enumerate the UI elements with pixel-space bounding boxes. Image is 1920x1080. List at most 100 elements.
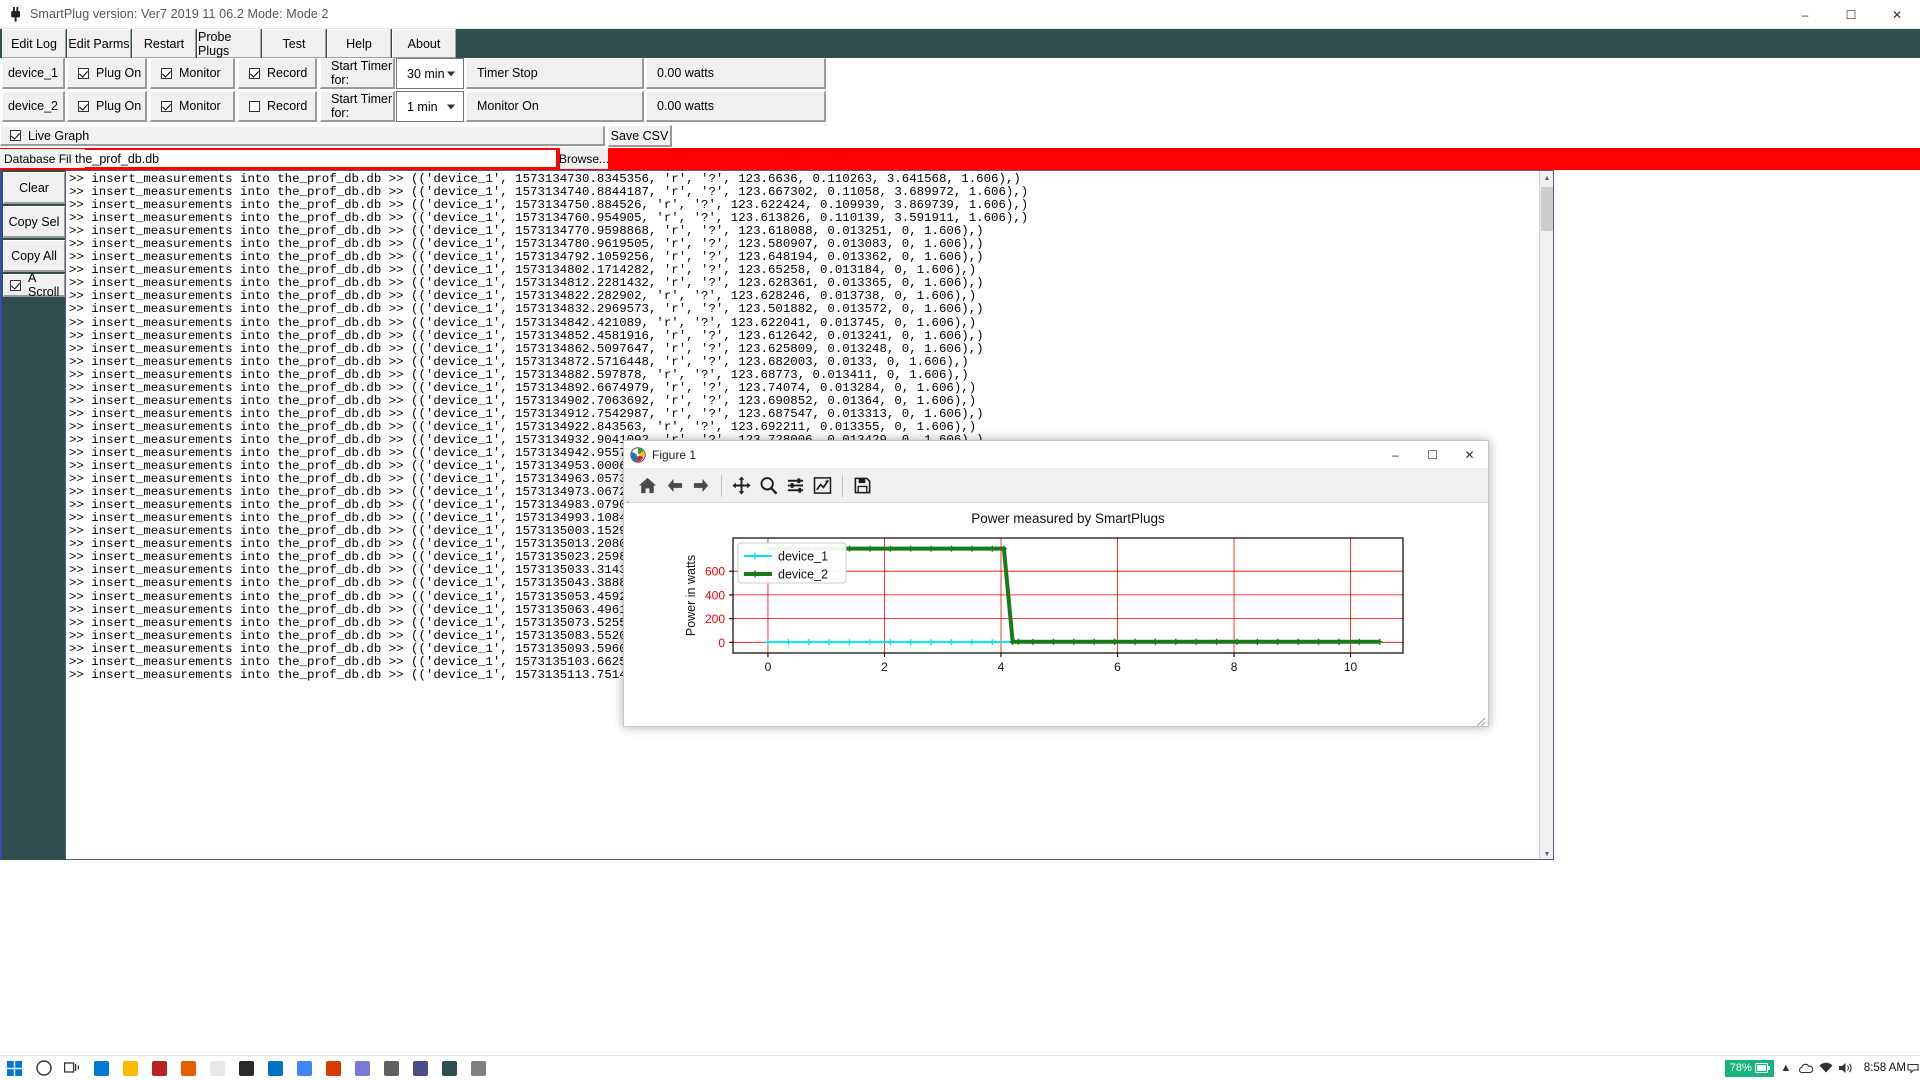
device_2-name-button[interactable]: device_2	[2, 91, 65, 122]
checkbox-icon[interactable]	[161, 67, 172, 79]
scroll-down-arrow-icon[interactable]: ▼	[1540, 847, 1553, 859]
series-marker-device_1	[846, 639, 853, 646]
menu-button-restart[interactable]: Restart	[132, 29, 196, 58]
forward-arrow-icon[interactable]	[688, 472, 715, 499]
menu-button-label: Test	[282, 36, 306, 51]
windows-taskbar: 78% ▲ 8:58 AM	[0, 1055, 1920, 1080]
sidebar-button-copy-all[interactable]: Copy All	[3, 240, 66, 272]
menu-button-label: Probe Plugs	[198, 29, 232, 58]
live-graph-toggle[interactable]: Live Graph	[0, 126, 605, 146]
close-button[interactable]: ✕	[1874, 0, 1920, 29]
series-marker-device_1	[805, 639, 812, 646]
figure-resize-grip[interactable]	[1476, 714, 1486, 727]
notification-center-icon[interactable]	[1906, 1056, 1920, 1080]
log-sidebar: Clear Copy Sel Copy All A Scroll	[0, 170, 66, 860]
device_1-status-button[interactable]: Timer Stop	[466, 58, 644, 89]
log-scrollbar[interactable]: ▲ ▼	[1539, 171, 1553, 859]
app-photoshop-icon[interactable]	[145, 1056, 174, 1080]
series-marker-device_2	[1274, 638, 1281, 645]
save-figure-icon[interactable]	[849, 472, 876, 499]
app-misc-icon[interactable]	[464, 1056, 493, 1080]
database-file-input[interactable]	[72, 150, 556, 167]
menu-button-label: Help	[346, 36, 372, 51]
log-scrollbar-thumb[interactable]	[1541, 187, 1553, 231]
figure-close-button[interactable]: ✕	[1451, 441, 1488, 469]
app-chrome-icon[interactable]	[290, 1056, 319, 1080]
checkbox-icon[interactable]	[161, 100, 172, 112]
app-terminal-icon[interactable]	[232, 1056, 261, 1080]
checkbox-icon[interactable]	[78, 67, 89, 79]
device_2-plug-on-checkbox[interactable]: Plug On	[67, 91, 147, 122]
chevron-down-icon[interactable]	[447, 104, 455, 109]
device_1-watts-display[interactable]: 0.00 watts	[646, 58, 826, 89]
back-arrow-icon[interactable]	[661, 472, 688, 499]
app-word-icon[interactable]	[319, 1056, 348, 1080]
sidebar-button-clear[interactable]: Clear	[3, 172, 66, 204]
minimize-button[interactable]: –	[1782, 0, 1828, 29]
device_2-status-button[interactable]: Monitor On	[466, 91, 644, 122]
chevron-up-icon[interactable]: ▲	[1776, 1056, 1796, 1080]
menu-button-label: Edit Log	[11, 36, 57, 51]
save-csv-button[interactable]: Save CSV	[608, 125, 672, 147]
app-monitor-icon[interactable]	[406, 1056, 435, 1080]
app-notes-icon[interactable]	[348, 1056, 377, 1080]
menu-button-help[interactable]: Help	[327, 29, 391, 58]
search-circle-icon[interactable]	[29, 1056, 58, 1080]
app-outlook-icon[interactable]	[261, 1056, 290, 1080]
network-icon[interactable]	[1816, 1056, 1836, 1080]
configure-subplots-icon[interactable]	[782, 472, 809, 499]
home-icon[interactable]	[634, 472, 661, 499]
onedrive-icon[interactable]	[1796, 1056, 1816, 1080]
checkbox-icon[interactable]	[10, 279, 21, 291]
menu-button-about[interactable]: About	[392, 29, 456, 58]
menu-button-test[interactable]: Test	[262, 29, 326, 58]
start-icon[interactable]	[0, 1056, 29, 1080]
live-graph-label: Live Graph	[28, 128, 90, 143]
menu-button-probe-plugs[interactable]: Probe Plugs	[197, 29, 261, 58]
checkbox-icon[interactable]	[249, 100, 260, 112]
device_1-name-button[interactable]: device_1	[2, 58, 65, 89]
device_1-timer-select[interactable]: 30 min	[396, 58, 464, 89]
checkbox-icon[interactable]	[78, 100, 89, 112]
checkbox-icon[interactable]	[249, 67, 260, 79]
battery-indicator[interactable]: 78%	[1724, 1059, 1774, 1077]
device_2-record-checkbox[interactable]: Record	[238, 91, 317, 122]
pan-move-icon[interactable]	[728, 472, 755, 499]
device_2-timer-select[interactable]: 1 min	[396, 91, 464, 122]
chevron-down-icon[interactable]	[447, 71, 455, 76]
device_1-monitor-checkbox[interactable]: Monitor	[150, 58, 235, 89]
figure-maximize-button[interactable]: ☐	[1414, 441, 1451, 469]
app-vlc-icon[interactable]	[203, 1056, 232, 1080]
edit-axis-curve-icon[interactable]	[809, 472, 836, 499]
series-marker-device_2	[1132, 638, 1138, 645]
device_2-watts-display[interactable]: 0.00 watts	[646, 91, 826, 122]
figure-canvas[interactable]: Power measured by SmartPlugs 0 200 400 600 0 2…	[624, 503, 1488, 726]
maximize-button[interactable]: ☐	[1828, 0, 1874, 29]
series-marker-device_2	[866, 545, 873, 552]
zoom-magnifier-icon[interactable]	[755, 472, 782, 499]
app-edge-icon[interactable]	[87, 1056, 116, 1080]
app-glyph	[239, 1060, 254, 1076]
device_2-monitor-checkbox[interactable]: Monitor	[150, 91, 235, 122]
device_1-plug-on-checkbox[interactable]: Plug On	[67, 58, 147, 89]
menu-button-edit-parms[interactable]: Edit Parms	[67, 29, 131, 58]
matplotlib-icon	[624, 446, 652, 463]
taskbar-clock[interactable]: 8:58 AM	[1864, 1062, 1906, 1074]
scroll-up-arrow-icon[interactable]: ▲	[1540, 171, 1553, 185]
figure-minimize-button[interactable]: –	[1377, 441, 1414, 469]
app-firefox-icon[interactable]	[174, 1056, 203, 1080]
series-marker-device_2	[1213, 638, 1220, 645]
task-view-icon[interactable]	[58, 1056, 87, 1080]
browse-button[interactable]: Browse...	[559, 148, 609, 169]
app-explorer-icon[interactable]	[116, 1056, 145, 1080]
live-graph-checkbox-icon[interactable]	[10, 130, 21, 141]
checkbox-label: Monitor	[179, 66, 221, 80]
toolbar-separator-2	[842, 474, 843, 497]
auto-scroll-checkbox[interactable]: A Scroll	[3, 271, 66, 299]
sidebar-button-copy-sel[interactable]: Copy Sel	[3, 206, 66, 238]
app-settings-icon[interactable]	[377, 1056, 406, 1080]
volume-icon[interactable]	[1836, 1056, 1856, 1080]
menu-button-edit-log[interactable]: Edit Log	[2, 29, 66, 58]
device_1-record-checkbox[interactable]: Record	[238, 58, 317, 89]
app-smartplug-icon[interactable]	[435, 1056, 464, 1080]
